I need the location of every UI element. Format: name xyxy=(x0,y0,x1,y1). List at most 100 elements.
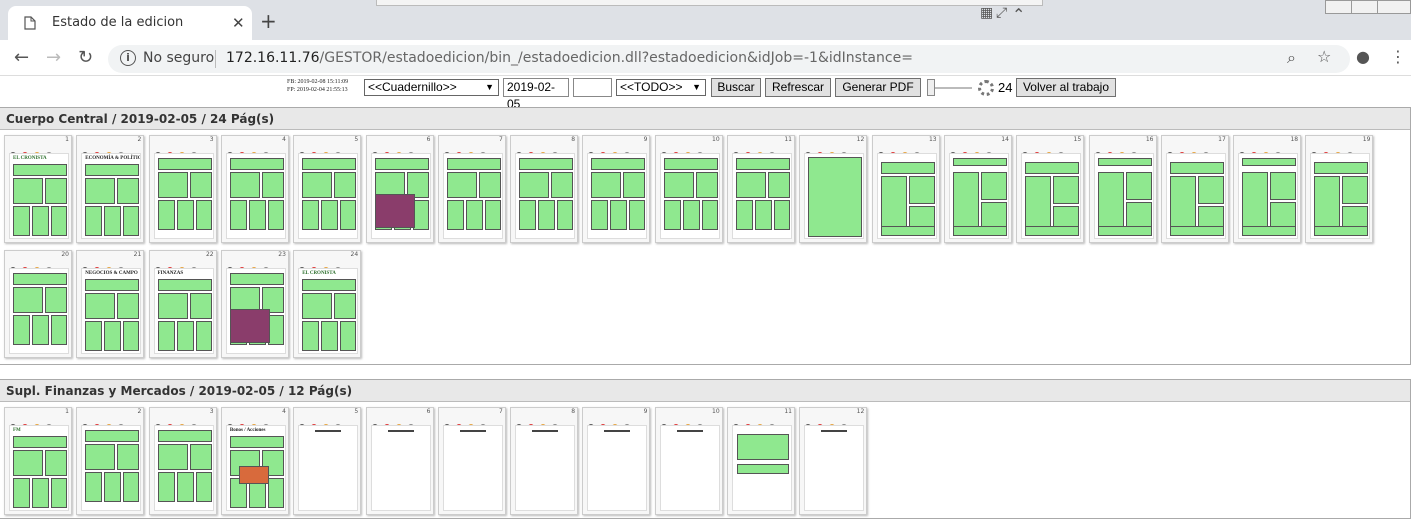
page-preview[interactable] xyxy=(225,268,286,354)
page-thumbnail[interactable]: 24 EL CRONISTA xyxy=(293,250,362,358)
page-thumbnail[interactable]: 6 xyxy=(365,135,434,243)
page-preview[interactable] xyxy=(298,153,359,239)
page-preview[interactable] xyxy=(225,153,286,239)
close-tab-icon[interactable]: ✕ xyxy=(232,14,245,32)
page-thumbnail[interactable]: 14 xyxy=(943,135,1012,243)
page-preview[interactable] xyxy=(515,153,576,239)
page-preview[interactable] xyxy=(153,153,214,239)
chevron-up-icon[interactable]: ⌃ xyxy=(1012,5,1025,24)
page-thumbnail[interactable]: 22 FINANZAS xyxy=(148,250,217,358)
page-thumbnail[interactable]: 4 xyxy=(220,135,289,243)
page-preview[interactable] xyxy=(587,153,648,239)
page-preview[interactable] xyxy=(1238,153,1299,239)
page-thumbnail[interactable]: 7 xyxy=(437,407,506,515)
page-preview[interactable] xyxy=(732,425,792,511)
page-preview[interactable] xyxy=(804,425,865,511)
page-preview[interactable] xyxy=(442,425,503,511)
page-preview[interactable]: FINANZAS xyxy=(153,268,214,354)
page-preview[interactable]: EL CRONISTA xyxy=(298,268,359,354)
bookmark-star-icon[interactable]: ☆ xyxy=(1317,47,1331,66)
date-input[interactable]: 2019-02-05 xyxy=(503,78,569,111)
page-thumbnail[interactable]: 18 xyxy=(1233,135,1302,243)
filter-select[interactable]: <<TODO>> ▼ xyxy=(616,79,706,96)
page-preview[interactable] xyxy=(876,153,937,239)
page-thumbnail[interactable]: 9 xyxy=(582,135,651,243)
generate-pdf-button[interactable]: Generar PDF xyxy=(835,78,921,97)
page-preview[interactable] xyxy=(587,425,648,511)
minimize-window-icon[interactable] xyxy=(1325,0,1353,14)
zoom-slider[interactable] xyxy=(927,79,935,96)
page-preview[interactable] xyxy=(81,425,142,511)
page-thumbnail[interactable]: 11 xyxy=(727,135,795,243)
page-thumbnail[interactable]: 3 xyxy=(148,407,217,515)
page-thumbnail[interactable]: 12 xyxy=(799,135,868,243)
info-icon[interactable]: i xyxy=(120,50,136,66)
forward-icon[interactable]: → xyxy=(46,47,61,68)
page-thumbnail[interactable]: 11 xyxy=(727,407,795,515)
page-thumbnail[interactable]: 16 xyxy=(1088,135,1157,243)
page-preview[interactable]: EL CRONISTA xyxy=(9,153,69,239)
page-thumbnail[interactable]: 12 xyxy=(799,407,868,515)
page-preview[interactable]: Bonos / Acciones xyxy=(225,425,286,511)
back-icon[interactable]: ← xyxy=(14,47,29,68)
page-thumbnail[interactable]: 7 xyxy=(437,135,506,243)
restore-window-icon[interactable] xyxy=(1351,0,1379,14)
page-preview[interactable] xyxy=(1093,153,1154,239)
page-thumbnail[interactable]: 10 xyxy=(654,135,723,243)
browser-tab[interactable]: Estado de la edicion ✕ xyxy=(8,6,252,40)
url-text[interactable]: 172.16.11.76/GESTOR/estadoedicion/bin_/e… xyxy=(226,50,913,66)
page-thumbnail[interactable]: 13 xyxy=(871,135,940,243)
page-preview[interactable] xyxy=(1310,153,1371,239)
page-preview[interactable]: ECONOMÍA & POLÍTICA xyxy=(81,153,142,239)
page-thumbnail[interactable]: 10 xyxy=(654,407,723,515)
back-to-work-button[interactable]: Volver al trabajo xyxy=(1016,78,1116,97)
page-preview[interactable] xyxy=(370,153,431,239)
page-thumbnail[interactable]: 21 NEGOCIOS & CAMPO xyxy=(76,250,145,358)
address-bar[interactable]: i No seguro 172.16.11.76/GESTOR/estadoed… xyxy=(108,45,1350,73)
page-thumbnail[interactable]: 6 xyxy=(365,407,434,515)
page-preview[interactable] xyxy=(442,153,503,239)
page-preview[interactable]: NEGOCIOS & CAMPO xyxy=(81,268,142,354)
page-preview[interactable] xyxy=(370,425,431,511)
page-thumbnail[interactable]: 23 xyxy=(220,250,289,358)
page-thumbnail[interactable]: 2 xyxy=(76,407,145,515)
grid-icon[interactable]: ▦ xyxy=(980,5,993,21)
profile-icon[interactable]: ● xyxy=(1356,47,1370,66)
page-thumbnail[interactable]: 17 xyxy=(1160,135,1229,243)
zoom-icon[interactable]: ⌕ xyxy=(1287,48,1296,68)
close-window-icon[interactable] xyxy=(1377,0,1411,14)
page-thumbnail[interactable]: 8 xyxy=(510,135,579,243)
page-preview[interactable] xyxy=(948,153,1009,239)
search-button[interactable]: Buscar xyxy=(711,78,761,97)
page-preview[interactable] xyxy=(153,425,214,511)
page-thumbnail[interactable]: 1 EL CRONISTA xyxy=(4,135,72,243)
page-preview[interactable] xyxy=(1021,153,1082,239)
page-thumbnail[interactable]: 5 xyxy=(293,407,362,515)
page-preview[interactable] xyxy=(804,153,865,239)
new-tab-icon[interactable]: + xyxy=(260,9,277,33)
page-thumbnail[interactable]: 3 xyxy=(148,135,217,243)
reload-icon[interactable]: ↻ xyxy=(78,47,93,68)
page-preview[interactable] xyxy=(659,425,720,511)
page-preview[interactable] xyxy=(659,153,720,239)
page-preview[interactable] xyxy=(1165,153,1226,239)
page-thumbnail[interactable]: 1 FM xyxy=(4,407,72,515)
page-thumbnail[interactable]: 4 Bonos / Acciones xyxy=(220,407,289,515)
page-thumbnail[interactable]: 2 ECONOMÍA & POLÍTICA xyxy=(76,135,145,243)
page-thumbnail[interactable]: 15 xyxy=(1016,135,1085,243)
page-thumbnail[interactable]: 20 xyxy=(4,250,72,358)
page-thumbnail[interactable]: 19 xyxy=(1305,135,1374,243)
page-preview[interactable] xyxy=(515,425,576,511)
menu-icon[interactable]: ⋮ xyxy=(1390,47,1406,66)
page-thumbnail[interactable]: 8 xyxy=(510,407,579,515)
expand-icon[interactable]: ⤢ xyxy=(996,5,1007,21)
cuadernillo-select[interactable]: <<Cuadernillo>> ▼ xyxy=(364,79,499,96)
page-thumbnail[interactable]: 9 xyxy=(582,407,651,515)
extra-input[interactable] xyxy=(573,78,612,97)
page-thumbnail[interactable]: 5 xyxy=(293,135,362,243)
page-preview[interactable] xyxy=(298,425,359,511)
page-preview[interactable] xyxy=(9,268,69,354)
page-preview[interactable]: FM xyxy=(9,425,69,511)
page-preview[interactable] xyxy=(732,153,792,239)
refresh-button[interactable]: Refrescar xyxy=(765,78,831,97)
